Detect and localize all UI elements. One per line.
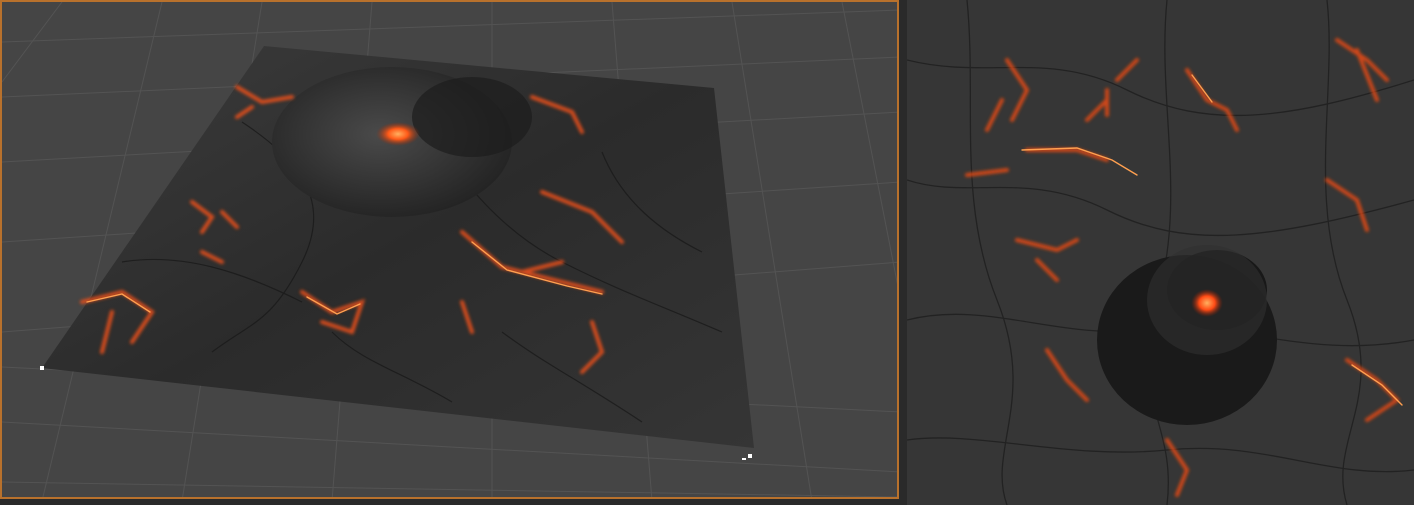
3d-viewport[interactable] <box>0 0 899 499</box>
3d-scene <box>2 2 897 497</box>
crater-lava <box>1191 289 1223 317</box>
viewport-separator[interactable] <box>899 0 907 505</box>
crater-lava <box>376 122 420 146</box>
2d-viewport[interactable] <box>907 0 1414 505</box>
2d-texture-preview <box>907 0 1414 505</box>
